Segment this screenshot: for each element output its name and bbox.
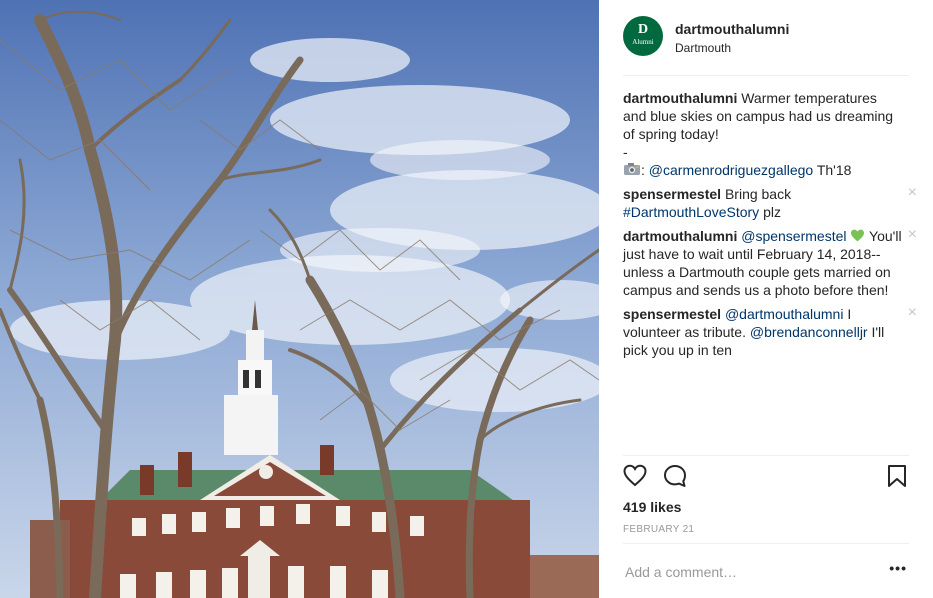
like-heart-icon[interactable] bbox=[623, 464, 647, 493]
avatar-subtext: Alumni bbox=[632, 38, 654, 46]
comment-hashtag[interactable]: #DartmouthLoveStory bbox=[623, 204, 759, 220]
post-details-panel: D Alumni dartmouthalumni Dartmouth dartm… bbox=[599, 0, 933, 598]
comment-item: spensermestel @dartmouthalumni I volunte… bbox=[623, 305, 917, 359]
campus-photo bbox=[0, 0, 599, 598]
camera-icon bbox=[623, 162, 641, 178]
caption: dartmouthalumni Warmer temperatures and … bbox=[623, 90, 894, 178]
bookmark-icon[interactable] bbox=[887, 464, 907, 493]
comment-username[interactable]: dartmouthalumni bbox=[623, 228, 737, 244]
post-header: D Alumni dartmouthalumni Dartmouth bbox=[623, 16, 909, 58]
action-bar bbox=[623, 464, 909, 492]
post-location[interactable]: Dartmouth bbox=[675, 40, 731, 56]
comment-text-after: plz bbox=[763, 204, 781, 220]
caption-credit-suffix: Th'18 bbox=[816, 162, 852, 178]
comment-item: dartmouthalumni @spensermestel You'll ju… bbox=[623, 227, 917, 299]
add-comment-input[interactable]: Add a comment… bbox=[625, 563, 737, 581]
post-username[interactable]: dartmouthalumni bbox=[675, 20, 789, 38]
comment-bubble-icon[interactable] bbox=[663, 464, 687, 493]
comments-list: dartmouthalumni Warmer temperatures and … bbox=[623, 89, 917, 365]
header-divider bbox=[623, 75, 909, 76]
close-icon[interactable]: × bbox=[908, 227, 917, 243]
close-icon[interactable]: × bbox=[908, 185, 917, 201]
comment-username[interactable]: spensermestel bbox=[623, 186, 721, 202]
more-options-button[interactable]: ••• bbox=[889, 560, 907, 576]
caption-dash: - bbox=[623, 144, 628, 160]
comment-mention[interactable]: @dartmouthalumni bbox=[725, 306, 844, 322]
comment-mention[interactable]: @spensermestel bbox=[741, 228, 846, 244]
caption-credit-mention[interactable]: @carmenrodriguezgallego bbox=[649, 162, 813, 178]
caption-username[interactable]: dartmouthalumni bbox=[623, 90, 737, 106]
close-icon[interactable]: × bbox=[908, 305, 917, 321]
avatar-letter: D bbox=[637, 22, 649, 37]
actions-divider bbox=[623, 455, 909, 456]
post-date: FEBRUARY 21 bbox=[623, 524, 695, 535]
comment-username[interactable]: spensermestel bbox=[623, 306, 721, 322]
avatar[interactable]: D Alumni bbox=[623, 16, 663, 56]
comment-text: Bring back bbox=[724, 186, 792, 202]
comment-item: spensermestel Bring back #DartmouthLoveS… bbox=[623, 185, 917, 221]
comment-input-divider bbox=[623, 543, 909, 544]
post-photo[interactable] bbox=[0, 0, 599, 598]
likes-count[interactable]: 419 likes bbox=[623, 498, 681, 516]
comment-mention-2[interactable]: @brendanconnelljr bbox=[750, 324, 868, 340]
green-heart-icon bbox=[850, 228, 865, 244]
